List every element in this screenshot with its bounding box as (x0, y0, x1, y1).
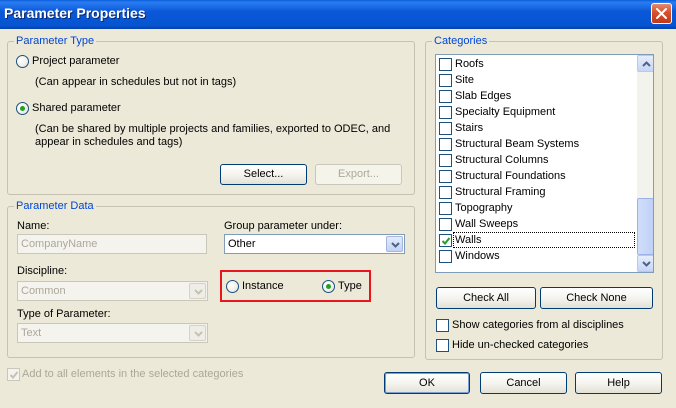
list-item[interactable]: Site (436, 72, 637, 88)
chevron-up-icon (642, 61, 651, 67)
select-button[interactable]: Select... (220, 164, 307, 185)
hide-unchecked-checkbox[interactable] (436, 339, 449, 352)
name-label: Name: (17, 220, 50, 232)
parameter-type-legend: Parameter Type (16, 35, 95, 47)
project-parameter-radio[interactable] (16, 55, 29, 68)
category-checkbox[interactable] (439, 106, 452, 119)
category-checkbox[interactable] (439, 90, 452, 103)
project-parameter-label[interactable]: Project parameter (32, 55, 145, 67)
list-item[interactable]: Structural Beam Systems (436, 136, 637, 152)
category-checkbox[interactable] (439, 250, 452, 263)
category-checkbox-checked[interactable] (439, 234, 452, 247)
group-parameter-dropdown-button[interactable] (386, 236, 403, 252)
type-of-parameter-dropdown-button[interactable] (189, 325, 206, 341)
group-parameter-value: Other (228, 238, 256, 250)
categories-legend: Categories (434, 35, 488, 47)
list-item[interactable]: Windows (436, 248, 637, 264)
instance-label[interactable]: Instance (242, 280, 284, 292)
shared-parameter-label[interactable]: Shared parameter (32, 102, 121, 114)
ok-button[interactable]: OK (384, 372, 470, 394)
category-label: Structural Beam Systems (455, 138, 580, 150)
list-item[interactable]: Wall Sweeps (436, 216, 637, 232)
category-checkbox[interactable] (439, 186, 452, 199)
category-label: Stairs (455, 122, 484, 134)
category-label: Walls (453, 232, 635, 248)
list-item[interactable]: Topography (436, 200, 637, 216)
category-checkbox[interactable] (439, 154, 452, 167)
show-all-disciplines-checkbox[interactable] (436, 319, 449, 332)
scroll-up-button[interactable] (637, 55, 653, 72)
name-field[interactable]: CompanyName (17, 234, 207, 254)
category-label: Site (455, 74, 474, 86)
scroll-down-button[interactable] (637, 255, 653, 272)
list-item[interactable]: Structural Columns (436, 152, 637, 168)
type-of-parameter-label: Type of Parameter: (17, 308, 111, 320)
list-item[interactable]: Roofs (436, 56, 637, 72)
show-all-disciplines-label[interactable]: Show categories from al disciplines (452, 319, 624, 331)
shared-parameter-description-line-2: appear in schedules and tags) (35, 136, 183, 148)
category-label: Structural Columns (455, 154, 549, 166)
title-bar[interactable]: Parameter Properties (0, 0, 676, 29)
shared-parameter-description-line-1: (Can be shared by multiple projects and … (35, 123, 391, 135)
discipline-dropdown-button[interactable] (189, 283, 206, 299)
category-checkbox[interactable] (439, 122, 452, 135)
category-checkbox[interactable] (439, 170, 452, 183)
close-button[interactable] (651, 3, 672, 24)
category-label: Wall Sweeps (455, 218, 519, 230)
chevron-down-icon (194, 331, 203, 337)
parameter-properties-dialog: Parameter Properties Parameter Type Proj… (0, 0, 676, 408)
category-checkbox[interactable] (439, 58, 452, 71)
category-label: Structural Framing (455, 186, 546, 198)
type-of-parameter-dropdown[interactable]: Text (17, 323, 208, 343)
category-checkbox[interactable] (439, 218, 452, 231)
chevron-down-icon (194, 289, 203, 295)
list-item[interactable]: Stairs (436, 120, 637, 136)
category-label: Windows (455, 250, 500, 262)
chevron-down-icon (642, 261, 651, 267)
parameter-data-legend: Parameter Data (16, 200, 94, 212)
type-radio[interactable] (322, 280, 335, 293)
group-parameter-dropdown[interactable]: Other (224, 234, 405, 254)
category-checkbox[interactable] (439, 138, 452, 151)
category-label: Specialty Equipment (455, 106, 556, 118)
check-all-button[interactable]: Check All (436, 287, 536, 309)
category-label: Topography (455, 202, 513, 214)
scroll-thumb[interactable] (637, 198, 653, 255)
add-to-all-elements-checkbox[interactable] (7, 368, 20, 381)
discipline-label: Discipline: (17, 265, 68, 277)
category-label: Slab Edges (455, 90, 512, 102)
type-radio-label[interactable]: Type (338, 280, 362, 292)
list-item[interactable]: Specialty Equipment (436, 104, 637, 120)
help-button[interactable]: Help (575, 372, 662, 394)
list-item-walls[interactable]: Walls (436, 232, 637, 248)
category-checkbox[interactable] (439, 202, 452, 215)
discipline-dropdown[interactable]: Common (17, 281, 208, 301)
check-none-button[interactable]: Check None (540, 287, 653, 309)
group-parameter-label: Group parameter under: (224, 220, 343, 232)
checkmark-icon (441, 237, 451, 245)
discipline-value: Common (21, 285, 66, 297)
chevron-down-icon (391, 242, 400, 248)
checkmark-icon (9, 371, 19, 379)
categories-listbox[interactable]: Roofs Site Slab Edges Specialty Equipmen… (435, 54, 654, 273)
instance-radio[interactable] (226, 280, 239, 293)
type-of-parameter-value: Text (21, 327, 42, 339)
add-to-all-elements-label[interactable]: Add to all elements in the selected cate… (22, 368, 243, 380)
categories-list: Roofs Site Slab Edges Specialty Equipmen… (436, 56, 637, 264)
hide-unchecked-label[interactable]: Hide un-checked categories (452, 339, 588, 351)
list-item[interactable]: Structural Foundations (436, 168, 637, 184)
category-label: Structural Foundations (455, 170, 566, 182)
category-checkbox[interactable] (439, 74, 452, 87)
category-label: Roofs (455, 58, 484, 70)
window-title: Parameter Properties (4, 5, 146, 21)
close-icon (656, 8, 667, 19)
project-parameter-description: (Can appear in schedules but not in tags… (35, 76, 237, 88)
cancel-button[interactable]: Cancel (480, 372, 567, 394)
list-item[interactable]: Slab Edges (436, 88, 637, 104)
export-button[interactable]: Export... (315, 164, 402, 185)
shared-parameter-radio[interactable] (16, 102, 29, 115)
list-item[interactable]: Structural Framing (436, 184, 637, 200)
categories-scrollbar[interactable] (637, 55, 653, 272)
